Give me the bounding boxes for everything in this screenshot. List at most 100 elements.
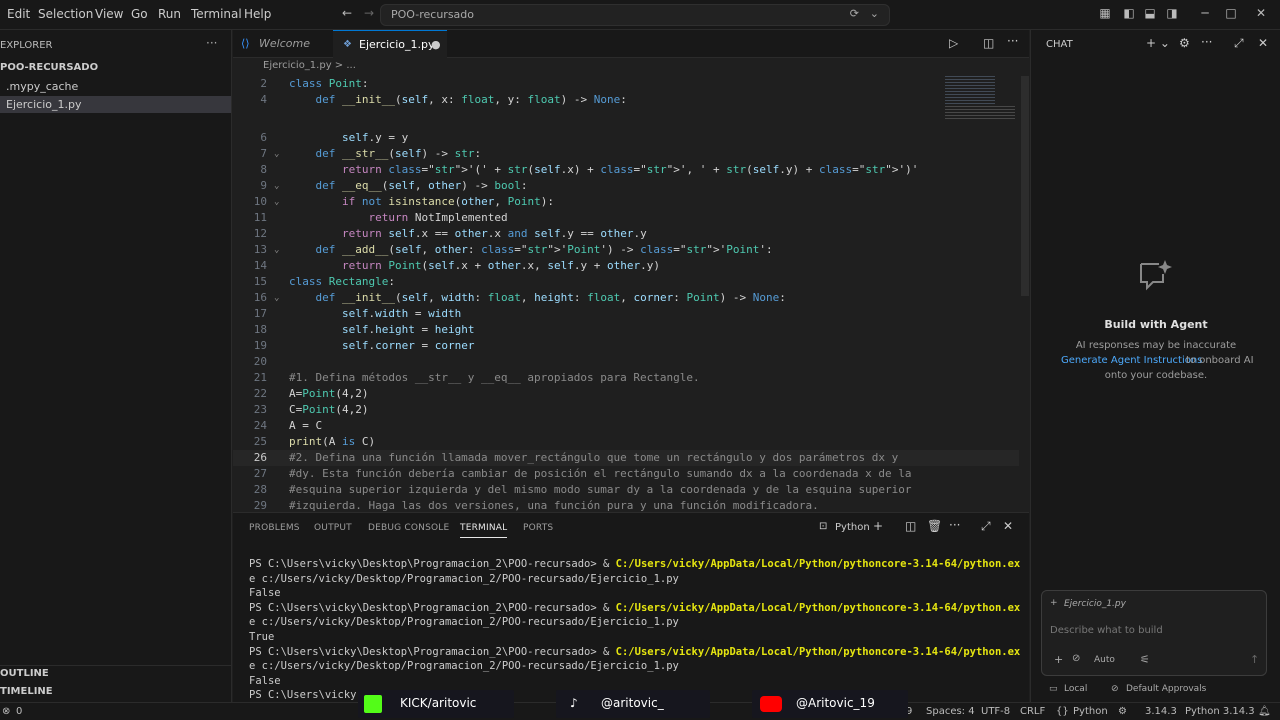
configure-tools-icon[interactable]: ⚟: [1140, 653, 1150, 666]
menu-selection[interactable]: Selection: [38, 7, 93, 21]
code-line[interactable]: 9 ⌄ def __eq__(self, other) -> bool:: [233, 178, 1029, 194]
more-actions-icon[interactable]: ···: [1201, 35, 1212, 49]
code-line[interactable]: 4 def __init__(self, x: float, y: float)…: [233, 92, 1029, 108]
python-interpreter[interactable]: Python 3.14.3: [1185, 706, 1255, 717]
maximize-icon[interactable]: □: [1224, 6, 1238, 20]
code-line[interactable]: [233, 114, 1029, 130]
code-line[interactable]: 7 ⌄ def __str__(self) -> str:: [233, 146, 1029, 162]
code-line[interactable]: 19 self.corner = corner: [233, 338, 1029, 354]
terminal-line[interactable]: PS C:\Users\vicky\Desktop\Programacion_2…: [249, 601, 1020, 616]
code-line[interactable]: 20: [233, 354, 1029, 370]
python-version[interactable]: 3.14.3: [1145, 706, 1177, 717]
terminal-line[interactable]: PS C:\Users\vicky\Desktop\Programacion_2…: [249, 645, 1020, 660]
language-mode[interactable]: Python: [1073, 706, 1108, 717]
send-icon[interactable]: ↑: [1250, 653, 1259, 666]
new-terminal-icon[interactable]: +: [873, 519, 883, 533]
folder-root[interactable]: POO-RECURSADO: [0, 62, 98, 73]
problems-count[interactable]: 0: [16, 706, 22, 717]
tab-ejercicio[interactable]: ❖ Ejercicio_1.py ●: [333, 30, 447, 58]
code-line[interactable]: 14 return Point(self.x + other.x, self.y…: [233, 258, 1029, 274]
copilot-icon[interactable]: ⟳: [850, 7, 859, 20]
terminal-line[interactable]: False: [249, 586, 281, 601]
more-actions-icon[interactable]: ···: [1007, 34, 1018, 48]
toggle-sidebar-icon[interactable]: ◧: [1122, 6, 1136, 20]
code-line[interactable]: 29 #izquierda. Haga las dos versiones, un…: [233, 498, 1029, 512]
terminal-line[interactable]: e c:/Users/vicky/Desktop/Programacion_2/…: [249, 659, 679, 674]
maximize-panel-icon[interactable]: ⤢: [981, 519, 991, 534]
code-line[interactable]: 17 self.width = width: [233, 306, 1029, 322]
fold-chevron-icon[interactable]: ⌄: [274, 146, 279, 162]
code-line[interactable]: 26 #2. Defina una función llamada mover_r…: [233, 450, 1029, 466]
code-line[interactable]: 10 ⌄ if not isinstance(other, Point):: [233, 194, 1029, 210]
code-line[interactable]: 23 C=Point(4,2): [233, 402, 1029, 418]
terminal-line[interactable]: PS C:\Users\vicky: [249, 688, 356, 703]
terminal-line[interactable]: True: [249, 630, 274, 645]
code-line[interactable]: 27 #dy. Esta función debería cambiar de p…: [233, 466, 1029, 482]
panel-tab-ports[interactable]: PORTS: [523, 523, 553, 533]
session-location[interactable]: Local: [1064, 684, 1087, 694]
split-editor-icon[interactable]: ◫: [983, 36, 994, 50]
code-line[interactable]: 22 A=Point(4,2): [233, 386, 1029, 402]
chevron-down-icon[interactable]: ⌄: [870, 7, 879, 20]
add-context-icon[interactable]: +: [1050, 598, 1058, 608]
tools-icon[interactable]: ⊘: [1072, 653, 1080, 664]
fold-chevron-icon[interactable]: ⌄: [274, 178, 279, 194]
close-icon[interactable]: ✕: [1254, 6, 1268, 20]
editor-scrollbar[interactable]: [1019, 76, 1029, 512]
menu-view[interactable]: View: [95, 7, 123, 21]
panel-tab-debug-console[interactable]: DEBUG CONSOLE: [368, 523, 449, 533]
minimize-icon[interactable]: ─: [1198, 6, 1212, 20]
unsaved-dot-icon[interactable]: ●: [431, 31, 441, 59]
menu-go[interactable]: Go: [131, 7, 148, 21]
forward-arrow-icon[interactable]: →: [362, 6, 376, 20]
panel-tab-output[interactable]: OUTPUT: [314, 523, 352, 533]
chat-input-box[interactable]: + Ejercicio_1.py Describe what to build …: [1041, 590, 1267, 676]
terminal-line[interactable]: e c:/Users/vicky/Desktop/Programacion_2/…: [249, 572, 679, 587]
explorer-item-mypy-cache[interactable]: .mypy_cache: [6, 80, 78, 93]
mode-picker[interactable]: Auto: [1094, 655, 1115, 665]
code-editor[interactable]: 2 class Point: 4 def __init__(self, x: flo…: [233, 76, 1029, 512]
code-line[interactable]: 12 return self.x == other.x and self.y =…: [233, 226, 1029, 242]
tab-welcome[interactable]: ⟨⟩ Welcome: [233, 30, 333, 58]
code-line[interactable]: 28 #esquina superior izquierda y del mism…: [233, 482, 1029, 498]
code-line[interactable]: 24 A = C: [233, 418, 1029, 434]
approvals-picker[interactable]: Default Approvals: [1126, 684, 1206, 694]
line-ending[interactable]: CRLF: [1020, 706, 1045, 717]
split-terminal-icon[interactable]: ◫: [905, 519, 916, 533]
terminal-line[interactable]: e c:/Users/vicky/Desktop/Programacion_2/…: [249, 615, 679, 630]
code-line[interactable]: 25 print(A is C): [233, 434, 1029, 450]
outline-section[interactable]: OUTLINE: [0, 668, 49, 679]
trash-icon[interactable]: 🗑: [927, 519, 942, 533]
notifications-bell-icon[interactable]: 🔔︎: [1258, 706, 1271, 717]
command-center[interactable]: POO-recursado ⟳ ⌄: [380, 4, 890, 26]
terminal-shell-label[interactable]: Python: [835, 522, 870, 533]
menu-help[interactable]: Help: [244, 7, 271, 21]
panel-tab-terminal[interactable]: TERMINAL: [460, 523, 508, 538]
code-line[interactable]: 13 ⌄ def __add__(self, other: class="str"…: [233, 242, 1029, 258]
toggle-panel-icon[interactable]: ⬓: [1143, 6, 1157, 20]
code-line[interactable]: 6 self.y = y: [233, 130, 1029, 146]
code-line[interactable]: 2 class Point:: [233, 76, 1029, 92]
indentation[interactable]: Spaces: 4: [926, 706, 975, 717]
add-icon[interactable]: +: [1054, 653, 1063, 666]
error-icon[interactable]: ⊗: [2, 706, 10, 717]
toggle-secondary-sidebar-icon[interactable]: ◨: [1165, 6, 1179, 20]
fold-chevron-icon[interactable]: ⌄: [274, 290, 279, 306]
code-line[interactable]: 21 #1. Defina métodos __str__ y __eq__ ap…: [233, 370, 1029, 386]
breadcrumb-path[interactable]: Ejercicio_1.py > ...: [263, 60, 356, 71]
back-arrow-icon[interactable]: ←: [340, 6, 354, 20]
chat-input-placeholder[interactable]: Describe what to build: [1050, 625, 1163, 636]
maximize-icon[interactable]: ⤢: [1234, 36, 1244, 51]
code-line[interactable]: 16 ⌄ def __init__(self, width: float, hei…: [233, 290, 1029, 306]
generate-instructions-link[interactable]: Generate Agent Instructions: [1061, 355, 1202, 366]
fold-chevron-icon[interactable]: ⌄: [274, 242, 279, 258]
more-actions-icon[interactable]: ···: [206, 36, 217, 50]
menu-run[interactable]: Run: [158, 7, 181, 21]
settings-gear-icon[interactable]: ⚙: [1179, 36, 1190, 50]
explorer-item-ejercicio[interactable]: Ejercicio_1.py: [6, 98, 81, 111]
menu-edit[interactable]: Edit: [7, 7, 30, 21]
run-icon[interactable]: ▷: [949, 36, 958, 50]
new-chat-icon[interactable]: + ⌄: [1146, 36, 1170, 50]
fold-chevron-icon[interactable]: ⌄: [274, 194, 279, 210]
code-line[interactable]: 8 return class="str">'(' + str(self.x) +…: [233, 162, 1029, 178]
